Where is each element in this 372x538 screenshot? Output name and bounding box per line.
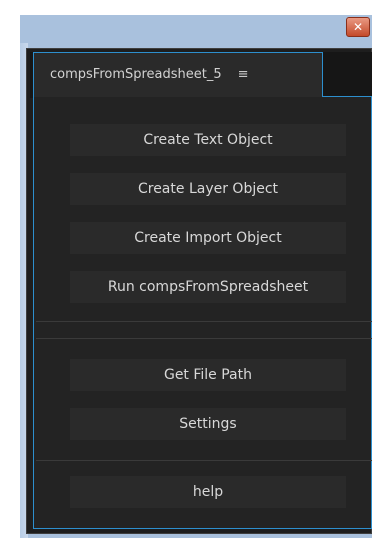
- get-file-path-button[interactable]: Get File Path: [70, 359, 346, 391]
- section-divider: [36, 460, 372, 461]
- create-text-object-button[interactable]: Create Text Object: [70, 124, 346, 156]
- section-divider: [36, 338, 372, 339]
- help-button[interactable]: help: [70, 476, 346, 508]
- settings-button[interactable]: Settings: [70, 408, 346, 440]
- panel-content: [33, 97, 372, 529]
- run-compsfromspreadsheet-button[interactable]: Run compsFromSpreadsheet: [70, 271, 346, 303]
- create-layer-object-button[interactable]: Create Layer Object: [70, 173, 346, 205]
- close-icon[interactable]: ✕: [346, 17, 370, 37]
- section-divider: [36, 321, 372, 322]
- tab-label: compsFromSpreadsheet_5: [50, 67, 222, 82]
- create-import-object-button[interactable]: Create Import Object: [70, 222, 346, 254]
- tab-compsfromspreadsheet[interactable]: compsFromSpreadsheet_5 ≡: [33, 52, 323, 97]
- panel-menu-icon[interactable]: ≡: [238, 67, 249, 82]
